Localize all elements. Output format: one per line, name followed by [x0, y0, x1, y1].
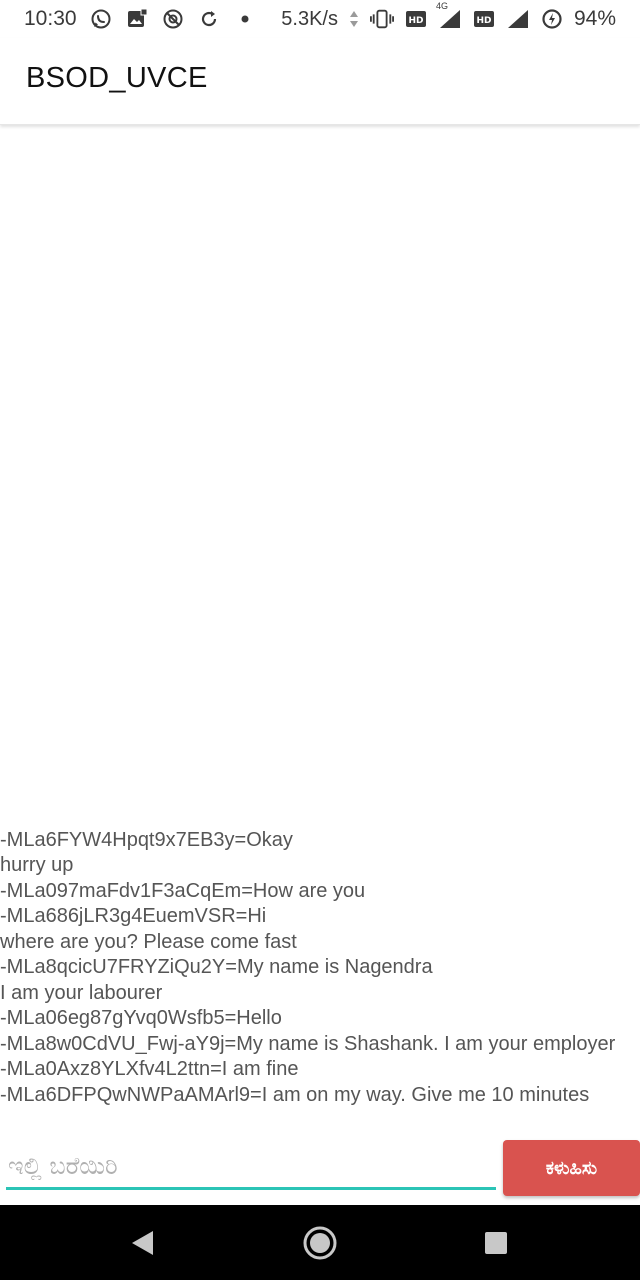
whatsapp-icon: [89, 7, 113, 31]
message-item: -MLa686jLR3g4EuemVSR=Hi where are you? P…: [0, 905, 297, 953]
message-item: -MLa0Axz8YLXfv4L2ttn=I am fine: [0, 1058, 299, 1080]
send-button[interactable]: ಕಳುಹಿಸು: [503, 1140, 640, 1196]
message-item: -MLa8qcicU7FRYZiQu2Y=My name is Nagendra…: [0, 956, 433, 1004]
recents-icon[interactable]: [478, 1225, 514, 1261]
hd-icon: HD: [404, 7, 428, 31]
back-icon[interactable]: [124, 1225, 160, 1261]
vibrate-icon: [369, 7, 394, 31]
chat-screen: 10:30 5.3K/s HD 4G HD 94% BSOD_UVCE -MLa…: [0, 0, 640, 1280]
message-item: -MLa6DFPQwNWPaAMArl9=I am on my way. Giv…: [0, 1083, 590, 1106]
battery-saver-icon: [540, 7, 564, 31]
signal-icon: 4G: [436, 1, 462, 31]
hd-icon: HD: [472, 7, 496, 31]
navigation-bar: [0, 1205, 640, 1280]
message-item: -MLa6FYW4Hpqt9x7EB3y=Okay hurry up: [0, 828, 293, 877]
message-item: -MLa097maFdv1F3aCqEm=How are you: [0, 879, 366, 902]
battery-percent: 94%: [573, 7, 616, 30]
status-bar: 10:30 5.3K/s HD 4G HD 94%: [0, 0, 640, 38]
message-stack: -MLa6FYW4Hpqt9x7EB3y=Okay hurry up -MLa0…: [0, 828, 640, 1111]
home-icon[interactable]: [302, 1225, 338, 1261]
status-left-group: 10:30: [24, 0, 257, 38]
svg-text:HD: HD: [476, 16, 491, 26]
network-speed: 5.3K/s: [281, 7, 338, 30]
composer: ಕಳುಹಿಸು: [0, 1136, 640, 1200]
gallery-notification-icon: [125, 7, 149, 31]
message-list[interactable]: -MLa6FYW4Hpqt9x7EB3y=Okay hurry up -MLa0…: [0, 125, 640, 1110]
signal-icon: [506, 7, 530, 31]
dot-icon: [233, 7, 257, 31]
message-item: -MLa06eg87gYvq0Wsfb5=Hello: [0, 1007, 282, 1029]
message-item: -MLa8w0CdVU_Fwj-aY9j=My name is Shashank…: [0, 1032, 616, 1055]
data-arrows-icon: [348, 7, 360, 31]
status-time: 10:30: [24, 7, 77, 30]
message-input[interactable]: [6, 1144, 496, 1190]
at-sign-icon: [161, 7, 185, 31]
app-bar: BSOD_UVCE: [0, 38, 640, 125]
page-title: BSOD_UVCE: [26, 62, 208, 94]
svg-text:HD: HD: [408, 16, 423, 26]
status-right-group: 5.3K/s HD 4G HD 94%: [281, 0, 616, 38]
sync-icon: [197, 7, 221, 31]
network-type-label: 4G: [435, 1, 448, 11]
